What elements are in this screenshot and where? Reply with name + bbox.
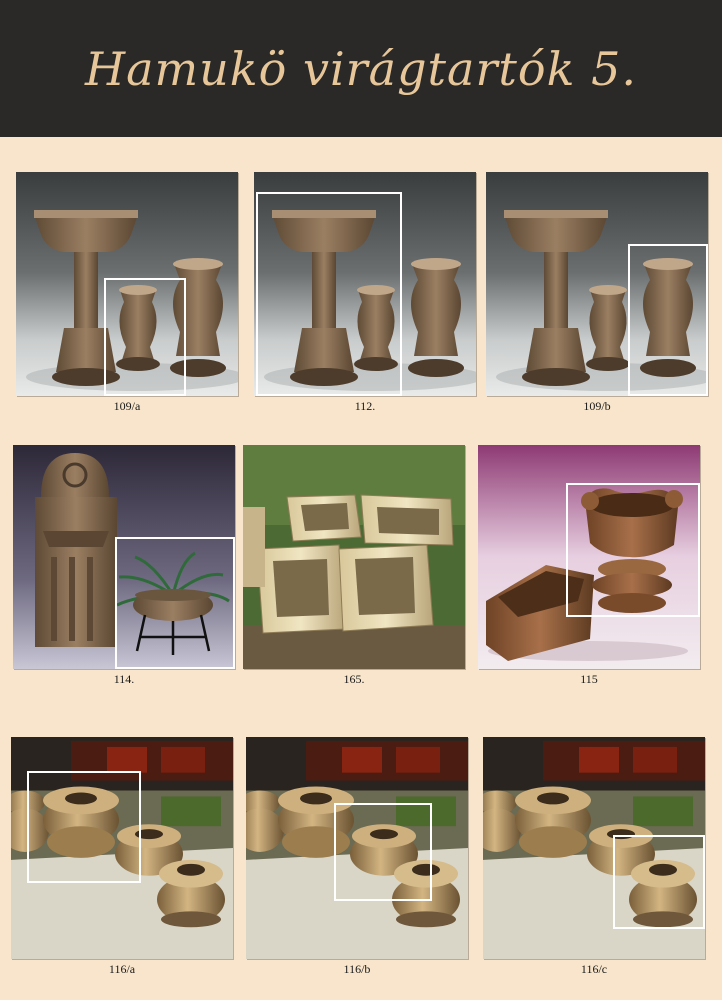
caption-109b: 109/b	[583, 399, 611, 413]
photo-116a[interactable]	[11, 737, 233, 959]
photo-116c[interactable]	[483, 737, 705, 959]
caption-109a: 109/a	[113, 399, 141, 413]
photo-109b[interactable]	[486, 172, 708, 396]
caption-116b: 116/b	[343, 962, 371, 976]
highlight-box	[566, 483, 700, 617]
photo-116b[interactable]	[246, 737, 468, 959]
highlight-box	[613, 835, 705, 929]
photo-165[interactable]	[243, 445, 465, 669]
caption-112: 112.	[354, 399, 376, 413]
caption-116c: 116/c	[580, 962, 608, 976]
photo-112[interactable]	[254, 172, 476, 396]
highlight-box	[104, 278, 186, 396]
photo-114[interactable]	[13, 445, 235, 669]
title-banner: Hamukö virágtartók 5.	[0, 0, 722, 137]
caption-115: 115	[580, 672, 598, 686]
photo-115[interactable]	[478, 445, 700, 669]
highlight-box	[27, 771, 141, 883]
caption-165: 165.	[343, 672, 365, 686]
caption-114: 114.	[113, 672, 135, 686]
highlight-box	[628, 244, 708, 396]
highlight-box	[115, 537, 235, 669]
highlight-box	[256, 192, 402, 396]
page-title: Hamukö virágtartók 5.	[85, 42, 637, 96]
caption-116a: 116/a	[108, 962, 136, 976]
photo-109a[interactable]	[16, 172, 238, 396]
highlight-box	[334, 803, 432, 901]
